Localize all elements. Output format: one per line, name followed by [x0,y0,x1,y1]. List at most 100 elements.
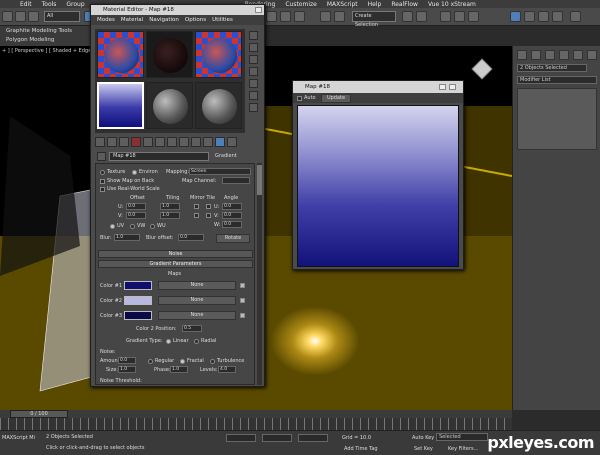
menu-group[interactable]: Group [66,1,84,8]
vw-radio[interactable] [130,224,135,229]
video-color-icon[interactable] [249,79,258,88]
w-angle-field[interactable]: 0.0 [222,221,242,228]
backlight-icon[interactable] [249,43,258,52]
go-to-parent-icon[interactable] [215,137,225,147]
menu-navigation[interactable]: Navigation [149,17,179,23]
pick-material-icon[interactable] [97,152,106,161]
wu-radio[interactable] [150,224,155,229]
levels-field[interactable]: 4.0 [218,366,236,373]
time-slider[interactable]: 0 / 100 [10,410,68,418]
modifier-stack[interactable] [517,88,597,150]
options-icon[interactable] [249,103,258,112]
menu-realflow[interactable]: RealFlow [391,1,418,8]
menu-material[interactable]: Material [121,17,143,23]
fractal-radio[interactable] [180,359,185,364]
menu-tools[interactable]: Tools [42,1,57,8]
go-forward-icon[interactable] [227,137,237,147]
close-icon[interactable] [255,7,262,13]
rollout-scroll-thumb[interactable] [257,165,262,195]
utilities-tab-icon[interactable] [587,50,597,60]
sample-slot-2[interactable] [146,31,193,78]
auto-checkbox[interactable] [297,96,302,101]
rollout-scrollbar[interactable] [257,163,262,385]
u-tile-checkbox[interactable] [206,204,211,209]
delete-icon[interactable] [131,137,141,147]
make-preview-icon[interactable] [249,91,258,100]
link-icon[interactable] [28,11,39,22]
get-material-icon[interactable] [95,137,105,147]
use-real-world-checkbox[interactable] [100,187,105,192]
redo-icon[interactable] [15,11,26,22]
menu-maxscript[interactable]: MAXScript [327,1,358,8]
radial-radio[interactable] [194,339,199,344]
show-shaded-icon[interactable] [191,137,201,147]
noise-rollout-header[interactable]: Noise [98,250,253,258]
material-editor-title[interactable]: Material Editor - Map #18 [91,5,264,15]
map-type-button[interactable]: Gradient [215,152,260,161]
menu-help[interactable]: Help [368,1,382,8]
color-3-swatch[interactable] [124,311,152,320]
regular-radio[interactable] [148,359,153,364]
schematic-icon[interactable] [468,11,479,22]
render-setup-icon[interactable] [524,11,535,22]
key-mode-dropdown[interactable]: Selected [436,433,488,441]
x-coordinate-field[interactable] [226,434,256,442]
map-name-field[interactable]: Map #18 [109,152,209,161]
y-coordinate-field[interactable] [262,434,292,442]
u-angle-field[interactable]: 0.0 [222,203,242,210]
named-selection-dropdown[interactable]: Create Selection [352,11,396,28]
v-mirror-checkbox[interactable] [194,213,199,218]
modify-tab-icon[interactable] [531,50,541,60]
amount-field[interactable]: 0.0 [118,357,136,364]
texture-radio[interactable] [100,170,105,175]
sample-slot-5[interactable] [146,82,193,129]
color-3-map-checkbox[interactable] [240,313,245,318]
v-angle-field[interactable]: 0.0 [222,212,242,219]
size-field[interactable]: 1.0 [118,366,136,373]
key-filters-button[interactable]: Key Filters... [448,446,478,452]
show-end-result-icon[interactable] [203,137,213,147]
blur-field[interactable]: 1.0 [114,234,140,241]
add-time-tag[interactable]: Add Time Tag [344,446,378,452]
sample-slot-4-active[interactable] [97,82,144,129]
color-3-map-button[interactable]: None [158,311,236,320]
track-bar[interactable] [0,418,512,430]
menu-modes[interactable]: Modes [97,17,115,23]
align-icon[interactable] [416,11,427,22]
motion-tab-icon[interactable] [559,50,569,60]
rendered-frame-icon[interactable] [538,11,549,22]
v-tile-checkbox[interactable] [206,213,211,218]
sample-type-icon[interactable] [249,31,258,40]
close-icon[interactable] [449,84,456,90]
copy-material-icon[interactable] [143,137,153,147]
put-to-scene-icon[interactable] [107,137,117,147]
rotate-icon[interactable] [280,11,291,22]
update-button[interactable]: Update [321,94,351,103]
map-window-title[interactable]: Map #18 [293,81,463,93]
color-2-map-checkbox[interactable] [240,298,245,303]
u-tiling-field[interactable]: 1.0 [160,203,180,210]
undo-icon[interactable] [2,11,13,22]
teapot-icon[interactable] [570,11,581,22]
color-1-map-checkbox[interactable] [240,283,245,288]
menu-customize[interactable]: Customize [285,1,317,8]
environ-radio[interactable] [132,170,137,175]
mirror-icon[interactable] [402,11,413,22]
move-icon[interactable] [266,11,277,22]
put-to-library-icon[interactable] [167,137,177,147]
uv-tiling-icon[interactable] [249,67,258,76]
layer-icon[interactable] [440,11,451,22]
minimize-icon[interactable] [439,84,446,90]
maxscript-listener[interactable]: MAXScript Mi [2,435,35,441]
color-1-map-button[interactable]: None [158,281,236,290]
u-mirror-checkbox[interactable] [194,204,199,209]
map-channel-field[interactable] [222,177,250,184]
modifier-list-dropdown[interactable]: Modifier List [517,76,597,84]
assign-to-selection-icon[interactable] [119,137,129,147]
color-1-swatch[interactable] [124,281,152,290]
menu-edit[interactable]: Edit [20,1,32,8]
rotate-button[interactable]: Rotate [216,234,250,243]
ribbon-tab[interactable]: Graphite Modeling Tools [6,28,72,34]
v-offset-field[interactable]: 0.0 [126,212,146,219]
color-2-position-field[interactable]: 0.5 [182,325,202,332]
